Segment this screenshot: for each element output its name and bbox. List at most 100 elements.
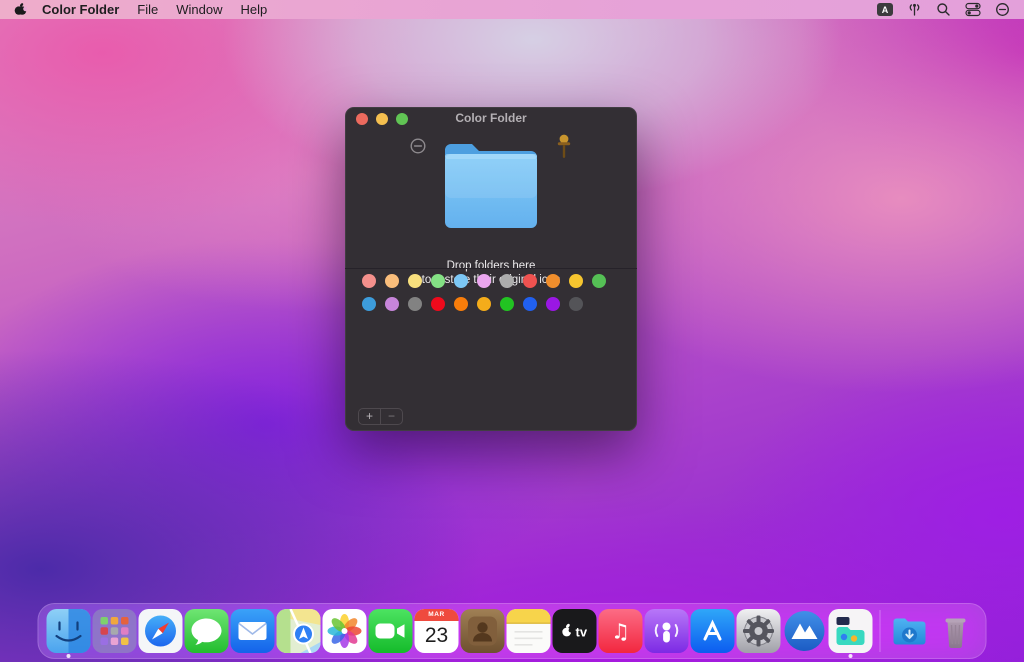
folder-drop-zone[interactable]: Drop folders here to restore their origi… bbox=[345, 129, 637, 286]
palette-swatch[interactable] bbox=[408, 274, 422, 288]
color-palette bbox=[362, 274, 606, 320]
dock-item-appstore[interactable] bbox=[690, 609, 735, 653]
app-store-icon bbox=[690, 609, 735, 653]
facetime-icon bbox=[368, 609, 413, 653]
palette-swatch[interactable] bbox=[569, 274, 583, 288]
menu-bar-left: Color Folder File Window Help bbox=[0, 0, 285, 19]
palette-swatch[interactable] bbox=[477, 297, 491, 311]
messages-icon bbox=[184, 609, 229, 653]
downloads-folder-icon bbox=[888, 609, 932, 653]
palette-swatch[interactable] bbox=[454, 297, 468, 311]
finder-icon bbox=[46, 609, 91, 653]
dock-item-maps[interactable] bbox=[276, 609, 321, 653]
apple-logo-icon bbox=[14, 3, 27, 15]
dock-item-downloads[interactable] bbox=[888, 609, 932, 653]
palette-swatch[interactable] bbox=[431, 274, 445, 288]
mail-icon bbox=[230, 609, 275, 653]
dock-item-calendar[interactable]: MAR 23 bbox=[414, 609, 459, 653]
palette-swatch[interactable] bbox=[385, 297, 399, 311]
menu-window[interactable]: Window bbox=[176, 2, 222, 17]
palette-swatch[interactable] bbox=[362, 274, 376, 288]
input-source-icon[interactable]: A bbox=[877, 3, 893, 16]
apple-tv-icon: tv bbox=[552, 609, 597, 653]
palette-row-1 bbox=[362, 274, 606, 288]
palette-swatch[interactable] bbox=[523, 274, 537, 288]
dock-item-messages[interactable] bbox=[184, 609, 229, 653]
close-button[interactable] bbox=[356, 113, 368, 125]
running-indicator bbox=[66, 654, 71, 658]
dock-item-music[interactable]: ♫ bbox=[598, 609, 643, 653]
menu-bar: Color Folder File Window Help A bbox=[0, 0, 1024, 19]
dock-item-sysprefs[interactable] bbox=[736, 609, 781, 653]
palette-swatch[interactable] bbox=[569, 297, 583, 311]
add-color-button[interactable]: + bbox=[359, 409, 380, 424]
remove-color-button[interactable]: − bbox=[380, 409, 402, 424]
menu-bar-status: A bbox=[877, 0, 1024, 19]
menu-app-name[interactable]: Color Folder bbox=[42, 2, 119, 17]
apple-menu[interactable] bbox=[14, 2, 27, 17]
palette-swatch[interactable] bbox=[592, 274, 606, 288]
dock-item-notes[interactable] bbox=[506, 609, 551, 653]
palette-swatch[interactable] bbox=[500, 274, 514, 288]
palette-swatch[interactable] bbox=[362, 297, 376, 311]
palette-swatch[interactable] bbox=[408, 297, 422, 311]
mountain-app-icon bbox=[783, 609, 827, 653]
drop-instructions-line1: Drop folders here bbox=[446, 260, 536, 272]
photos-icon bbox=[322, 609, 367, 653]
calendar-icon: MAR 23 bbox=[414, 609, 459, 653]
running-indicator bbox=[848, 654, 853, 658]
desktop: Color Folder File Window Help A Color Fo… bbox=[0, 0, 1024, 662]
notes-icon bbox=[506, 609, 551, 653]
dock-item-mail[interactable] bbox=[230, 609, 275, 653]
palette-swatch[interactable] bbox=[546, 297, 560, 311]
calendar-month: MAR bbox=[414, 609, 459, 621]
dock: MAR 23 tv ♫ bbox=[37, 603, 987, 659]
palette-swatch[interactable] bbox=[523, 297, 537, 311]
palette-swatch[interactable] bbox=[431, 297, 445, 311]
dock-item-launchpad[interactable] bbox=[92, 609, 137, 653]
blue-folder-icon bbox=[441, 140, 541, 232]
menu-help[interactable]: Help bbox=[240, 2, 267, 17]
launchpad-icon bbox=[92, 609, 137, 653]
dock-separator bbox=[879, 610, 881, 652]
palette-swatch[interactable] bbox=[546, 274, 560, 288]
minimize-button[interactable] bbox=[376, 113, 388, 125]
podcasts-icon bbox=[644, 609, 689, 653]
palette-swatch[interactable] bbox=[500, 297, 514, 311]
palette-row-2 bbox=[362, 297, 606, 311]
remove-circle-icon[interactable] bbox=[410, 138, 426, 159]
window-titlebar[interactable]: Color Folder bbox=[345, 107, 637, 129]
dock-item-podcasts[interactable] bbox=[644, 609, 689, 653]
contacts-icon bbox=[460, 609, 505, 653]
trash-icon bbox=[934, 609, 978, 653]
dock-item-photos[interactable] bbox=[322, 609, 367, 653]
palette-swatch[interactable] bbox=[477, 274, 491, 288]
dock-item-facetime[interactable] bbox=[368, 609, 413, 653]
add-remove-control: + − bbox=[358, 408, 403, 425]
dock-item-contacts[interactable] bbox=[460, 609, 505, 653]
window-separator bbox=[345, 268, 637, 269]
zoom-button[interactable] bbox=[396, 113, 408, 125]
spotlight-search-icon[interactable] bbox=[936, 2, 951, 17]
dock-item-mountain[interactable] bbox=[783, 609, 827, 653]
maps-icon bbox=[276, 609, 321, 653]
svg-text:♫: ♫ bbox=[611, 620, 630, 644]
dock-item-tv[interactable]: tv bbox=[552, 609, 597, 653]
svg-text:tv: tv bbox=[576, 625, 588, 640]
dock-item-colorfolder[interactable] bbox=[828, 609, 873, 658]
dock-item-safari[interactable] bbox=[138, 609, 183, 653]
circle-dash-icon[interactable] bbox=[995, 2, 1010, 17]
menu-file[interactable]: File bbox=[137, 2, 158, 17]
palette-swatch[interactable] bbox=[454, 274, 468, 288]
control-center-icon[interactable] bbox=[965, 2, 981, 17]
safari-icon bbox=[138, 609, 183, 653]
dock-item-trash[interactable] bbox=[934, 609, 978, 653]
color-folder-app-icon bbox=[828, 609, 873, 653]
dock-item-finder[interactable] bbox=[46, 609, 91, 658]
color-folder-window: Color Folder Drop folders here to restor… bbox=[345, 107, 637, 431]
calendar-day: 23 bbox=[424, 624, 449, 647]
pushpin-icon[interactable] bbox=[553, 134, 575, 165]
system-preferences-icon bbox=[736, 609, 781, 653]
antenna-icon[interactable] bbox=[907, 2, 922, 17]
palette-swatch[interactable] bbox=[385, 274, 399, 288]
